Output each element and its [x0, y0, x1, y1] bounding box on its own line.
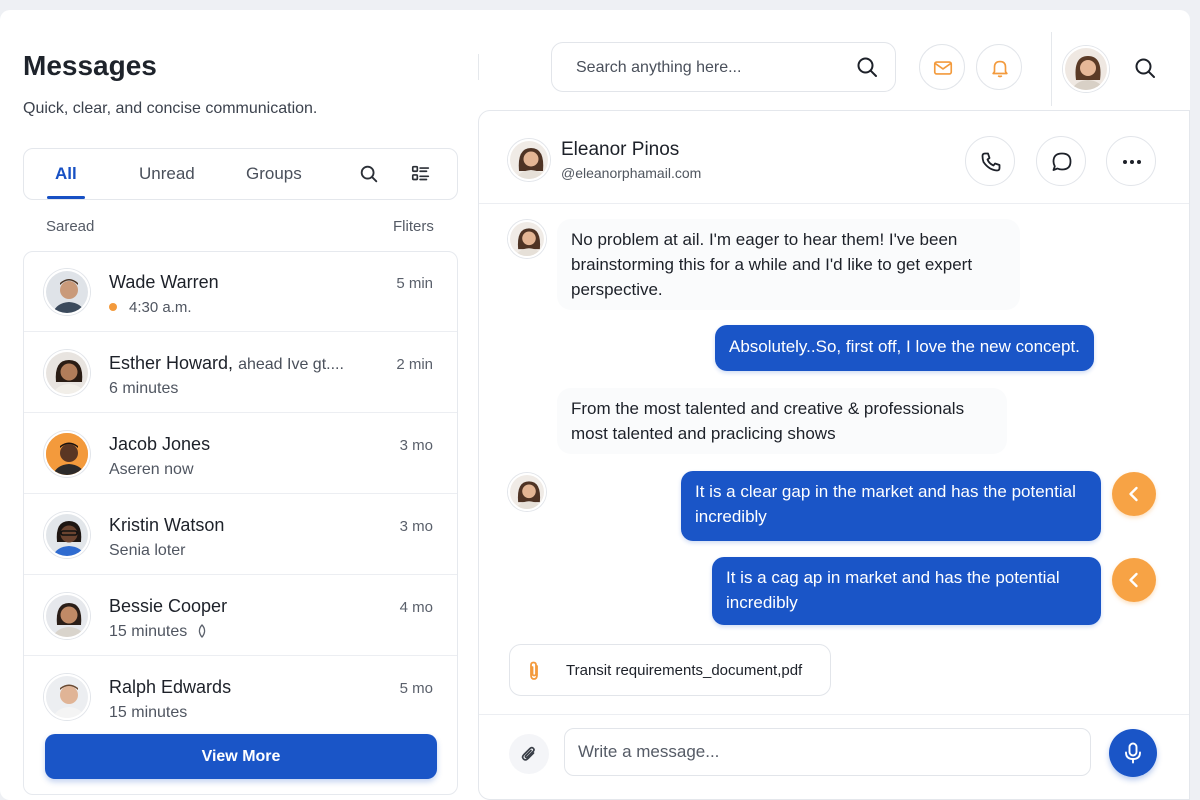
contact-item-bessie-cooper[interactable]: Bessie Cooper 15 minutes 4 mo — [24, 576, 457, 656]
more-horizontal-icon — [1123, 160, 1141, 164]
contact-subtext: 15 minutes — [109, 623, 188, 640]
avatar — [44, 350, 90, 396]
pin-icon — [198, 624, 205, 638]
attach-button[interactable] — [509, 734, 549, 774]
contact-name: Bessie Cooper — [109, 596, 228, 616]
contact-subtext: 6 minutes — [109, 380, 179, 397]
message-button[interactable] — [1036, 136, 1086, 186]
contact-item-ralph-edwards[interactable]: Ralph Edwards 15 minutes 5 mo — [24, 657, 457, 737]
search-icon[interactable] — [1133, 56, 1157, 80]
tab-all[interactable]: All — [47, 149, 85, 199]
avatar — [44, 431, 90, 477]
global-search — [551, 42, 896, 92]
search-icon[interactable] — [358, 163, 380, 185]
avatar — [44, 269, 90, 315]
file-attachment[interactable]: Transit requirements_document,pdf — [509, 644, 831, 696]
contact-name-text: Esther Howard, — [109, 353, 234, 373]
sender-avatar — [508, 220, 546, 258]
divider — [479, 203, 1189, 204]
avatar — [44, 674, 90, 720]
mail-button[interactable] — [919, 44, 965, 90]
contact-time: 5 min — [396, 275, 433, 292]
bell-icon — [992, 60, 1008, 78]
chat-contact-handle: @eleanorphamail.com — [561, 165, 702, 181]
contact-time: 2 min — [396, 356, 433, 373]
call-button[interactable] — [965, 136, 1015, 186]
contact-item-jacob-jones[interactable]: Jacob Jones Aseren now 3 mo — [24, 414, 457, 494]
filters-link[interactable]: Fliters — [393, 218, 434, 235]
contact-name: Ralph Edwards — [109, 677, 232, 697]
conversation-tabs: All Unread Groups — [23, 148, 458, 200]
messages-app: Messages Quick, clear, and concise commu… — [0, 10, 1190, 800]
message-incoming: No problem at ail. I'm eager to hear the… — [557, 219, 1020, 310]
contact-time: 4 mo — [399, 599, 433, 616]
contact-subtext: 4:30 a.m. — [129, 299, 192, 316]
search-icon[interactable] — [855, 55, 879, 79]
view-more-button[interactable]: View More — [45, 734, 437, 779]
more-options-button[interactable] — [1106, 136, 1156, 186]
contact-name: Kristin Watson — [109, 515, 225, 535]
contact-name: Esther Howard, ahead Ive gt.... — [109, 353, 344, 374]
microphone-icon — [1125, 742, 1141, 764]
reply-button[interactable] — [1112, 472, 1156, 516]
contact-time: 5 mo — [399, 680, 433, 697]
contact-item-wade-warren[interactable]: Wade Warren 4:30 a.m. 5 min — [24, 252, 457, 332]
list-view-icon[interactable] — [410, 163, 432, 185]
chevron-left-icon — [1129, 572, 1138, 588]
phone-icon — [981, 152, 1001, 172]
contact-subtext: 15 minutes — [109, 704, 188, 721]
chat-panel: Eleanor Pinos @eleanorphamail.com No pro… — [478, 110, 1190, 800]
chat-contact-name: Eleanor Pinos — [561, 139, 680, 160]
tab-groups[interactable]: Groups — [246, 149, 302, 199]
sender-avatar — [508, 473, 546, 511]
voice-record-button[interactable] — [1109, 729, 1157, 777]
attachment-filename: Transit requirements_document,pdf — [566, 662, 803, 679]
user-avatar[interactable] — [1063, 46, 1109, 92]
message-outgoing: It is a cag ap in market and has the pot… — [712, 557, 1101, 625]
page-subtitle: Quick, clear, and concise communication. — [23, 100, 318, 117]
avatar — [44, 593, 90, 639]
contact-item-esther-howard[interactable]: Esther Howard, ahead Ive gt.... 6 minute… — [24, 333, 457, 413]
notifications-button[interactable] — [976, 44, 1022, 90]
chat-contact-avatar — [508, 139, 550, 181]
contact-name: Jacob Jones — [109, 434, 211, 454]
paperclip-icon — [530, 661, 538, 680]
chat-bubble-icon — [1052, 152, 1072, 171]
contact-item-kristin-watson[interactable]: Kristin Watson Senia loter 3 mo — [24, 495, 457, 575]
contact-status: 4:30 a.m. — [109, 299, 192, 316]
divider — [478, 54, 479, 80]
message-outgoing: Absolutely..So, first off, I love the ne… — [715, 325, 1094, 371]
tab-unread[interactable]: Unread — [139, 149, 195, 199]
search-input[interactable] — [576, 55, 846, 81]
message-incoming: From the most talented and creative & pr… — [557, 388, 1007, 454]
status-dot-icon — [109, 303, 117, 311]
contact-subtext: Aseren now — [109, 461, 194, 478]
reply-button[interactable] — [1112, 558, 1156, 602]
contact-subtext: Senia loter — [109, 542, 186, 559]
chevron-left-icon — [1129, 486, 1138, 502]
message-outgoing: It is a clear gap in the market and has … — [681, 471, 1101, 541]
mail-icon — [933, 61, 953, 75]
avatar — [44, 512, 90, 558]
contact-preview: ahead Ive gt.... — [238, 356, 344, 373]
divider — [1051, 32, 1052, 106]
contact-status: 15 minutes — [109, 623, 208, 641]
divider — [479, 714, 1189, 715]
paperclip-icon — [521, 746, 535, 761]
contact-time: 3 mo — [399, 518, 433, 535]
contact-list: Wade Warren 4:30 a.m. 5 min Esther Howar… — [23, 251, 458, 795]
contact-time: 3 mo — [399, 437, 433, 454]
page-title: Messages — [23, 50, 157, 81]
contact-name: Wade Warren — [109, 272, 219, 292]
message-input[interactable] — [564, 728, 1091, 776]
sort-label[interactable]: Saread — [46, 218, 94, 235]
